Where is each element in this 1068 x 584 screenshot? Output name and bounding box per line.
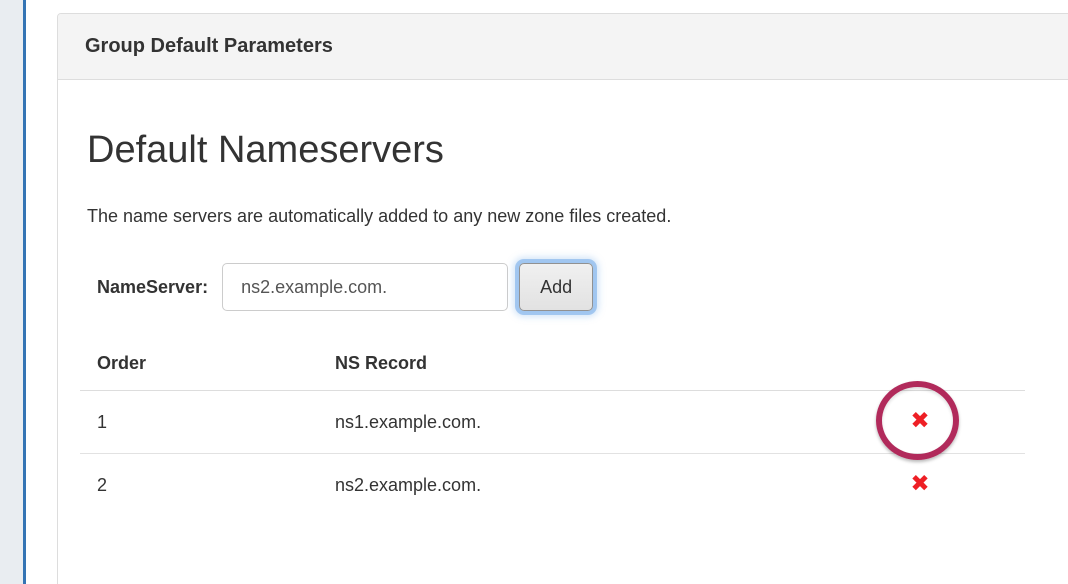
ns-record-cell: ns1.example.com. <box>318 391 815 454</box>
actions-cell: ✖ <box>815 391 1025 454</box>
section-description: The name servers are automatically added… <box>87 203 1068 229</box>
column-header-ns-record: NS Record <box>318 336 815 391</box>
actions-cell: ✖ <box>815 454 1025 517</box>
left-rail <box>0 0 26 584</box>
column-header-actions <box>815 336 1025 391</box>
delete-icon[interactable]: ✖ <box>910 472 929 495</box>
section-heading: Default Nameservers <box>87 129 1068 171</box>
viewport: Group Default Parameters Default Nameser… <box>0 0 1068 584</box>
table-row: 1 ns1.example.com. ✖ <box>80 391 1025 454</box>
group-default-parameters-panel: Group Default Parameters Default Nameser… <box>57 13 1068 584</box>
nameserver-input[interactable] <box>222 263 508 311</box>
add-button[interactable]: Add <box>519 263 593 311</box>
nameservers-table: Order NS Record 1 ns1.example.com. ✖ <box>80 336 1025 516</box>
delete-icon[interactable]: ✖ <box>910 409 929 432</box>
column-header-order: Order <box>80 336 318 391</box>
panel-title: Group Default Parameters <box>85 35 333 58</box>
table-row: 2 ns2.example.com. ✖ <box>80 454 1025 517</box>
order-cell: 2 <box>80 454 318 517</box>
nameserver-form: NameServer: Add <box>97 262 1068 312</box>
order-cell: 1 <box>80 391 318 454</box>
nameserver-label: NameServer: <box>97 277 208 298</box>
table-header-row: Order NS Record <box>80 336 1025 391</box>
panel-body: Default Nameservers The name servers are… <box>58 129 1068 516</box>
panel-heading: Group Default Parameters <box>58 14 1068 80</box>
ns-record-cell: ns2.example.com. <box>318 454 815 517</box>
